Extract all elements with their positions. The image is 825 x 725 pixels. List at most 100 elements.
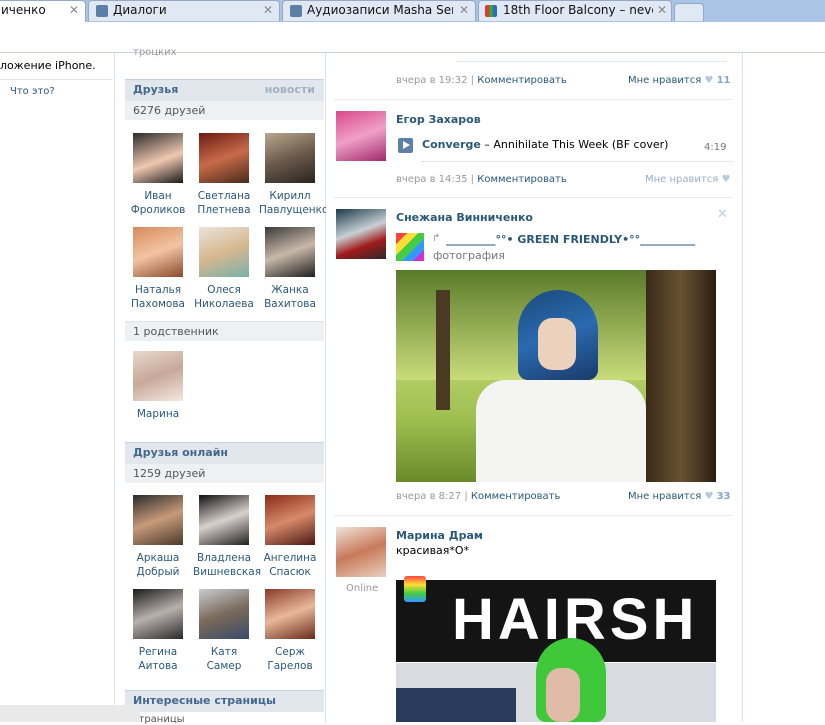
friend-item[interactable]: Жанка Вахитова — [259, 227, 321, 311]
friend-last-name[interactable]: Вишневская — [193, 565, 261, 579]
browser-tab-dialogs[interactable]: Диалоги ✕ — [88, 0, 280, 21]
friend-first-name[interactable]: Наталья — [127, 283, 189, 297]
friend-last-name[interactable]: Плетнева — [193, 203, 255, 217]
friend-last-name[interactable]: Самер — [193, 659, 255, 673]
friend-first-name[interactable]: Ангелина — [259, 551, 321, 565]
friend-first-name[interactable]: Владлена — [193, 551, 255, 565]
like-button[interactable]: Мне нравится ♥ — [645, 174, 730, 185]
close-icon[interactable]: ✕ — [459, 3, 469, 17]
friend-first-name[interactable]: Светлана — [193, 189, 255, 203]
friend-first-name[interactable]: Олеся — [193, 283, 255, 297]
avatar[interactable] — [133, 133, 183, 183]
avatar[interactable] — [336, 209, 386, 259]
avatar[interactable] — [199, 589, 249, 639]
friend-item[interactable]: Аркаша Добрый — [127, 495, 189, 579]
close-icon[interactable]: ✕ — [263, 3, 273, 17]
divider — [334, 99, 732, 100]
avatar[interactable] — [336, 527, 386, 577]
friend-last-name[interactable]: Павлущенко — [259, 203, 328, 217]
friend-item[interactable]: Иван Фроликов — [127, 133, 189, 217]
close-icon[interactable]: ✕ — [69, 3, 79, 17]
status-overlay — [0, 705, 140, 722]
relatives-bar: 1 родственник — [125, 321, 324, 341]
browser-tab-youtube[interactable]: 18th Floor Balcony – nevers ✕ — [478, 0, 672, 21]
comment-link[interactable]: Комментировать — [477, 174, 567, 185]
like-label: Мне нравится — [645, 174, 719, 185]
online-friends-header[interactable]: Друзья онлайн — [125, 442, 324, 464]
avatar[interactable] — [133, 589, 183, 639]
friend-first-name[interactable]: Аркаша — [127, 551, 189, 565]
friend-item[interactable]: Ангелина Спасюк — [259, 495, 321, 579]
friend-last-name[interactable]: Спасюк — [259, 565, 321, 579]
friend-item[interactable]: Кирилл Павлущенко — [259, 133, 328, 217]
friend-item[interactable]: Регина Аитова — [127, 589, 189, 673]
like-button[interactable]: Мне нравится ♥ 33 — [628, 491, 731, 502]
avatar[interactable] — [265, 133, 315, 183]
friends-header[interactable]: Друзья новости — [125, 79, 324, 101]
like-button[interactable]: Мне нравится ♥ 11 — [628, 75, 731, 86]
friend-item[interactable]: Владлена Вишневская — [193, 495, 261, 579]
relative-item[interactable]: Марина — [127, 351, 189, 421]
post-time[interactable]: вчера в 19:32 — [396, 75, 468, 86]
tab-title: Аудиозаписи Masha Semen — [307, 3, 453, 17]
browser-tab-profile[interactable]: иченко ✕ — [0, 0, 86, 22]
friend-item[interactable]: Олеся Николаева — [193, 227, 255, 311]
like-count: 33 — [716, 491, 731, 502]
close-icon[interactable]: ✕ — [657, 3, 667, 17]
friend-first-name[interactable]: Катя — [193, 645, 255, 659]
avatar[interactable] — [133, 351, 183, 401]
what-is-this-link[interactable]: Что это? — [10, 86, 55, 97]
browser-tab-audio[interactable]: Аудиозаписи Masha Semen ✕ — [282, 0, 476, 21]
avatar[interactable] — [133, 495, 183, 545]
post-author[interactable]: Марина Драм — [396, 529, 483, 542]
post-time[interactable]: вчера в 14:35 — [396, 174, 468, 185]
friends-count-bar: 6276 друзей — [125, 101, 324, 120]
new-tab-button[interactable] — [674, 3, 704, 21]
friend-item[interactable]: Катя Самер — [193, 589, 255, 673]
friend-item[interactable]: Светлана Плетнева — [193, 133, 255, 217]
avatar[interactable] — [265, 495, 315, 545]
post-photo[interactable]: HAIRSH — [396, 568, 716, 722]
play-icon[interactable] — [398, 138, 413, 153]
friend-last-name[interactable]: Гарелов — [259, 659, 321, 673]
online-count-bar: 1259 друзей — [125, 464, 324, 483]
tab-title: Диалоги — [113, 3, 167, 17]
avatar[interactable] — [199, 495, 249, 545]
comment-link[interactable]: Комментировать — [471, 491, 561, 502]
track-title: – Annihilate This Week (BF cover) — [480, 138, 669, 151]
friend-last-name[interactable]: Аитова — [127, 659, 189, 673]
interesting-pages-header[interactable]: Интересные страницы — [125, 690, 324, 712]
comment-link[interactable]: Комментировать — [477, 75, 567, 86]
friend-first-name[interactable]: Регина — [127, 645, 189, 659]
repost-icon: ↱ — [432, 233, 441, 244]
avatar[interactable] — [133, 227, 183, 277]
friend-last-name[interactable]: Пахомова — [127, 297, 189, 311]
track-artist[interactable]: Converge — [422, 138, 481, 151]
friends-news-link[interactable]: новости — [265, 83, 315, 96]
group-avatar[interactable] — [396, 233, 424, 261]
friend-first-name[interactable]: Иван — [127, 189, 189, 203]
friend-first-name[interactable]: Кирилл — [259, 189, 321, 203]
repost-group-link[interactable]: _________°°• GREEN FRIENDLY•°°__________ — [446, 233, 695, 246]
friend-item[interactable]: Серж Гарелов — [259, 589, 321, 673]
friend-last-name[interactable]: Вахитова — [259, 297, 321, 311]
post-footer: вчера в 14:35 | Комментировать — [396, 174, 567, 185]
audio-track[interactable]: Converge – Annihilate This Week (BF cove… — [422, 138, 668, 151]
avatar[interactable] — [265, 227, 315, 277]
post-author[interactable]: Снежана Винниченко — [396, 211, 533, 224]
post-time[interactable]: вчера в 8:27 — [396, 491, 461, 502]
friend-first-name[interactable]: Жанка — [259, 283, 321, 297]
friend-item[interactable]: Наталья Пахомова — [127, 227, 189, 311]
avatar[interactable] — [199, 227, 249, 277]
friend-last-name[interactable]: Добрый — [127, 565, 189, 579]
post-photo[interactable] — [396, 270, 716, 482]
avatar[interactable] — [199, 133, 249, 183]
friend-last-name[interactable]: Николаева — [193, 297, 255, 311]
friend-first-name[interactable]: Серж — [259, 645, 321, 659]
close-icon[interactable]: ✕ — [717, 207, 728, 222]
avatar[interactable] — [336, 111, 386, 161]
friend-last-name[interactable]: Фроликов — [127, 203, 189, 217]
post-author[interactable]: Егор Захаров — [396, 113, 481, 126]
relative-name[interactable]: Марина — [127, 407, 189, 421]
avatar[interactable] — [265, 589, 315, 639]
